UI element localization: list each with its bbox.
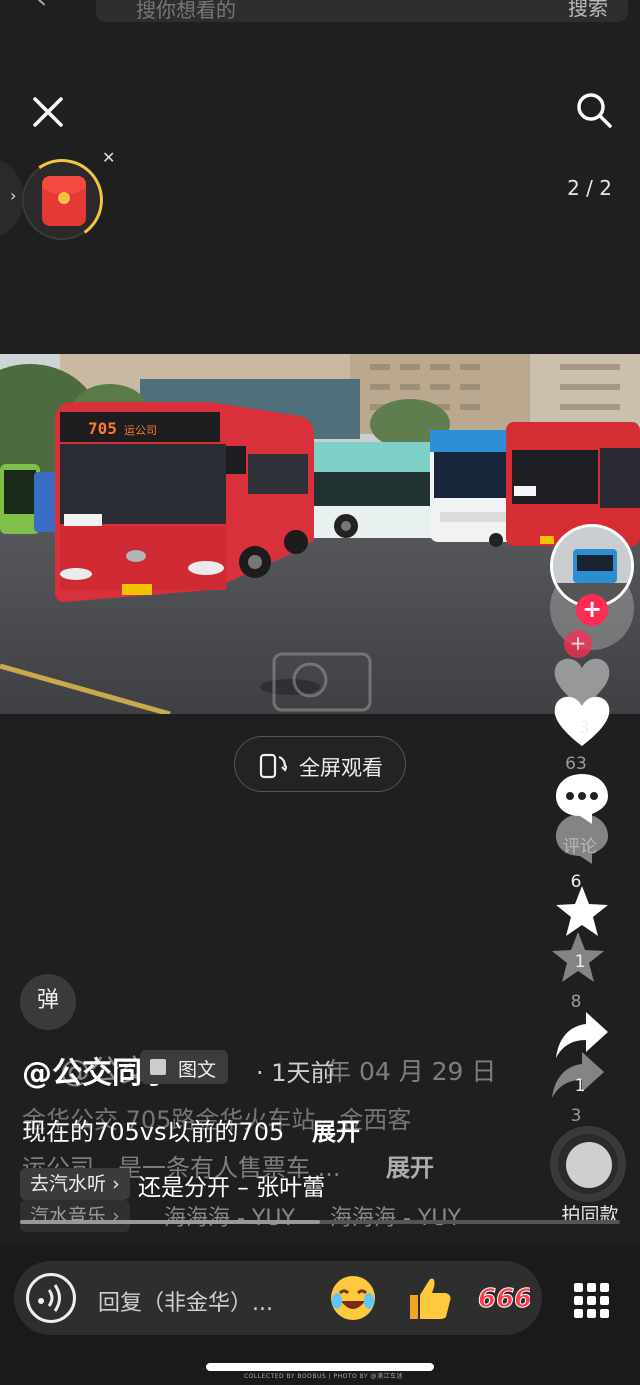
expand-link-ghost: 展开 bbox=[386, 1154, 434, 1182]
svg-text:666: 666 bbox=[478, 1284, 530, 1314]
music-app-pill[interactable]: 去汽水听 › bbox=[20, 1168, 130, 1200]
grid-menu-icon[interactable] bbox=[572, 1281, 612, 1321]
red-envelope-icon[interactable] bbox=[14, 152, 110, 248]
share-count-ghost: 3 bbox=[570, 1106, 582, 1126]
progress-bar[interactable] bbox=[20, 1220, 620, 1224]
post-photo[interactable]: 705 运公司 bbox=[0, 354, 640, 714]
favorite-count: 1 bbox=[574, 952, 586, 972]
song-title-ghost-2: 海海海 - YUY bbox=[330, 1206, 461, 1231]
home-indicator[interactable] bbox=[206, 1363, 434, 1371]
share-count: 1 bbox=[574, 1076, 586, 1096]
photo-credit: COLLECTED BY BOOBUS | PHOTO BY @浦江车迷 bbox=[244, 1373, 404, 1380]
reply-placeholder: 回复（非金华）... bbox=[98, 1291, 273, 1316]
thumbs-up-emoji[interactable] bbox=[404, 1273, 454, 1323]
laughing-crying-emoji[interactable] bbox=[328, 1273, 378, 1323]
fullscreen-label: 全屏观看 bbox=[299, 756, 383, 780]
comment-label: 评论 bbox=[563, 837, 597, 857]
rotate-phone-icon bbox=[259, 751, 288, 779]
song-title[interactable]: 还是分开 – 张叶蕾 bbox=[138, 1168, 325, 1202]
search-bar[interactable]: 搜你想看的 搜索 bbox=[96, 0, 628, 22]
chevron-right-icon: › bbox=[10, 186, 17, 205]
fullscreen-button[interactable]: 全屏观看 bbox=[234, 736, 406, 792]
666-emoji[interactable]: 666 bbox=[476, 1273, 533, 1323]
expand-link[interactable]: 展开 bbox=[312, 1112, 360, 1147]
post-title: 现在的705vs以前的705 bbox=[22, 1118, 285, 1146]
post-time: · 1天前 bbox=[256, 1059, 335, 1087]
favorite-count-ghost: 8 bbox=[570, 992, 582, 1012]
music-app-pill-ghost: 汽水音乐 › bbox=[20, 1200, 130, 1232]
back-arrow-icon[interactable]: ‹ bbox=[36, 0, 47, 15]
search-submit-button[interactable]: 搜索 bbox=[568, 0, 608, 21]
bus-operator-sign: 运公司 bbox=[124, 424, 157, 437]
music-disc[interactable] bbox=[550, 1126, 626, 1202]
bottom-bar: 回复（非金华）... 666 COLLECTED BY BOOBUS | PHO… bbox=[0, 1245, 640, 1385]
search-placeholder: 搜你想看的 bbox=[136, 0, 236, 22]
page-counter: 2 / 2 bbox=[567, 176, 612, 200]
close-icon[interactable] bbox=[28, 92, 68, 132]
like-count: 3 bbox=[578, 718, 590, 738]
voice-wave-icon[interactable] bbox=[26, 1273, 76, 1323]
reply-input[interactable]: 回复（非金华）... 666 bbox=[14, 1261, 542, 1335]
image-text-icon bbox=[150, 1059, 166, 1075]
action-rail: + + 3 63 评论 6 1 8 1 3 拍同款 bbox=[550, 520, 640, 1250]
bus-route-sign: 705 bbox=[88, 419, 117, 438]
follow-button[interactable]: + bbox=[576, 594, 608, 626]
danmu-button[interactable]: 弹 bbox=[20, 974, 76, 1030]
search-icon[interactable] bbox=[574, 90, 614, 130]
close-small-icon[interactable]: ✕ bbox=[102, 148, 115, 167]
song-title-ghost-1: 海海海 - YUY bbox=[164, 1206, 295, 1231]
post-date-ghost: 年 04 月 29 日 bbox=[326, 1057, 497, 1086]
type-tag: 图文 bbox=[140, 1050, 228, 1084]
